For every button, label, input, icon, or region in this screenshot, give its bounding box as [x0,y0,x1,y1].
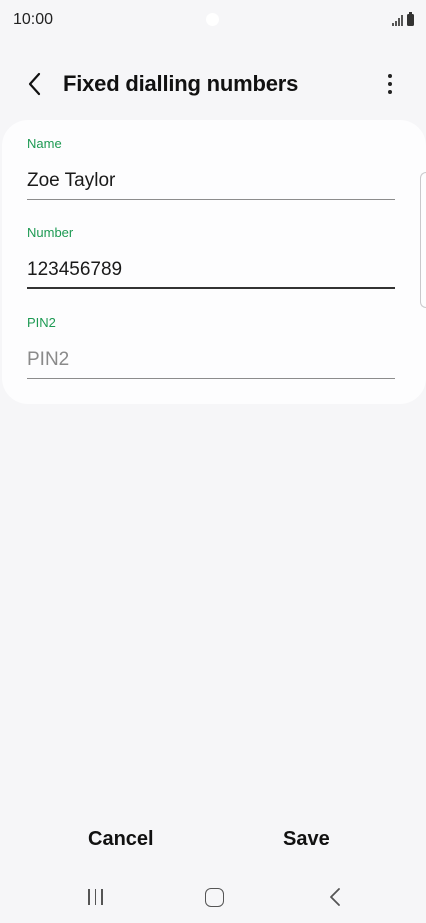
navigation-bar [0,872,426,923]
form-card: Name Zoe Taylor Number 123456789 PIN2 PI… [2,120,426,404]
back-button[interactable] [22,70,50,98]
more-options-button[interactable] [380,70,400,98]
name-field[interactable]: Name Zoe Taylor [27,136,395,204]
recents-button[interactable] [88,889,103,905]
nav-back-icon [330,888,340,906]
recents-icon [88,889,90,905]
page-title: Fixed dialling numbers [63,71,299,96]
name-underline [27,199,395,200]
nav-back-button[interactable] [326,887,344,907]
save-button[interactable]: Save [283,828,330,851]
battery-icon [407,12,414,26]
status-icons [392,12,414,26]
signal-icon [392,14,403,26]
pin2-underline [27,378,395,379]
cancel-button[interactable]: Cancel [88,828,154,851]
home-button[interactable] [205,888,224,907]
chevron-left-icon [28,72,41,96]
number-value[interactable]: 123456789 [27,259,122,281]
name-value[interactable]: Zoe Taylor [27,170,115,192]
bottom-actions: Cancel Save [0,820,426,860]
status-time: 10:00 [13,11,54,28]
number-label: Number [27,225,74,240]
app-bar: Fixed dialling numbers [0,60,426,110]
number-underline [27,287,395,289]
pin2-field[interactable]: PIN2 PIN2 [27,315,395,383]
camera-cutout [206,13,219,26]
pin2-label: PIN2 [27,315,56,330]
pin2-input[interactable]: PIN2 [27,349,69,371]
status-bar: 10:00 [0,0,426,40]
more-vert-icon [388,74,392,78]
scrollbar[interactable] [420,172,426,308]
number-field[interactable]: Number 123456789 [27,225,395,293]
name-label: Name [27,136,62,151]
